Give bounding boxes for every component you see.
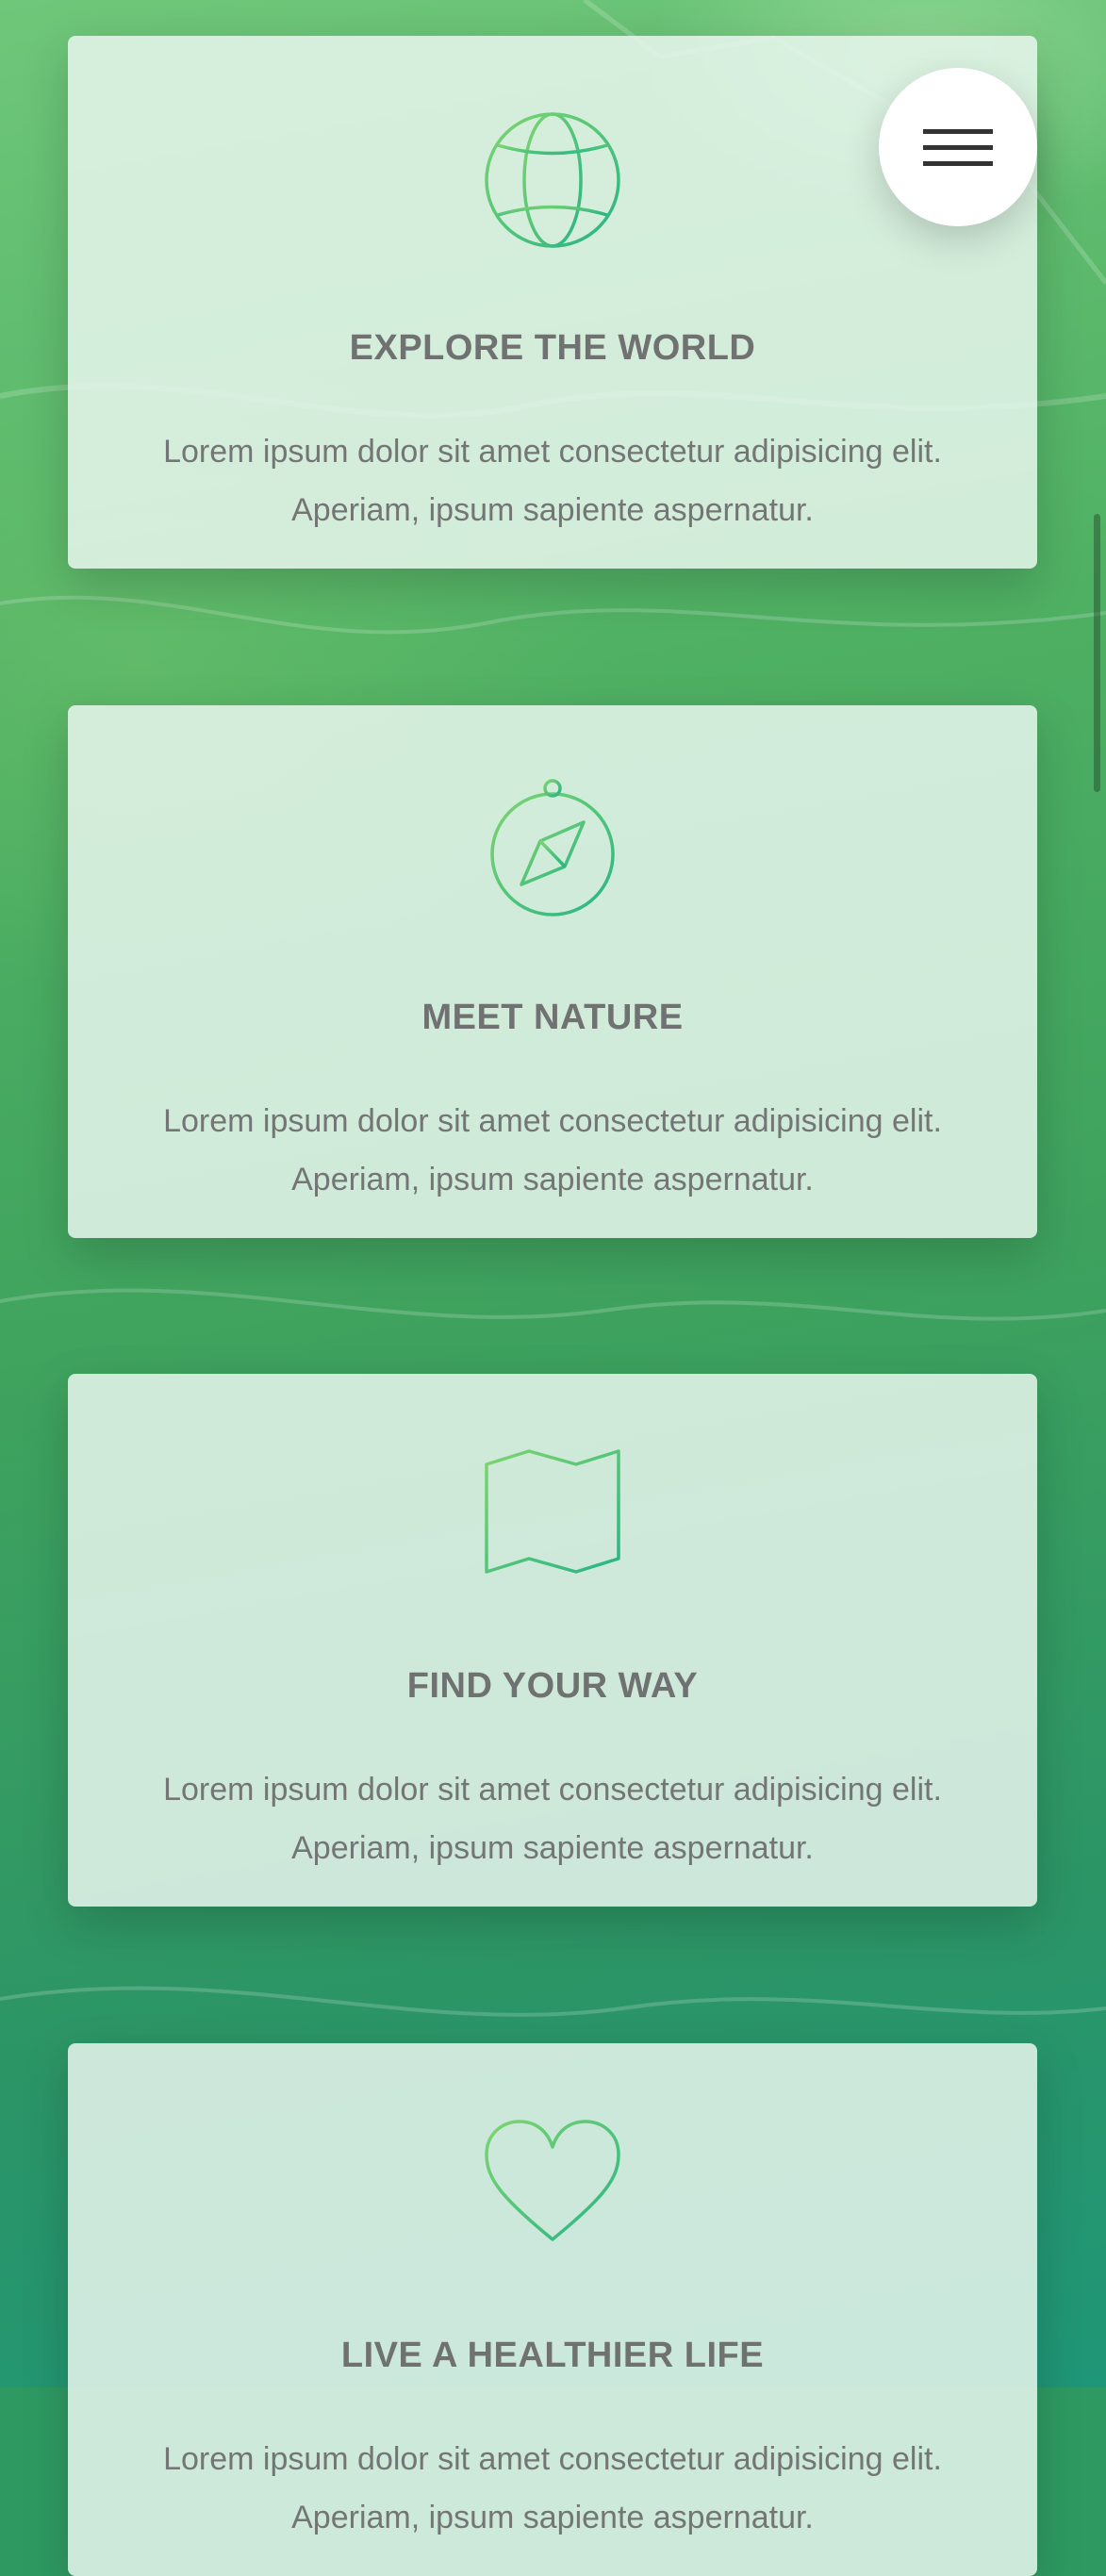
feature-description: Lorem ipsum dolor sit amet consectetur a… (163, 434, 942, 528)
map-icon (482, 1447, 623, 1589)
feature-description: Lorem ipsum dolor sit amet consectetur a… (163, 2441, 942, 2535)
feature-title: EXPLORE THE WORLD (349, 328, 756, 368)
feature-card-nature: MEET NATURE Lorem ipsum dolor sit amet c… (68, 705, 1037, 1238)
feature-description: Lorem ipsum dolor sit amet consectetur a… (163, 1103, 942, 1197)
feature-title: LIVE A HEALTHIER LIFE (340, 2336, 765, 2375)
menu-button[interactable] (879, 68, 1037, 226)
feature-card-healthier-life: LIVE A HEALTHIER LIFE Lorem ipsum dolor … (68, 2043, 1037, 2576)
feature-title: FIND YOUR WAY (406, 1666, 699, 1706)
feature-card-find-way: FIND YOUR WAY Lorem ipsum dolor sit amet… (68, 1374, 1037, 1907)
hamburger-menu-icon (923, 129, 993, 134)
feature-title: MEET NATURE (421, 998, 684, 1037)
scrollbar[interactable] (1094, 514, 1100, 792)
compass-icon (482, 779, 623, 920)
feature-description: Lorem ipsum dolor sit amet consectetur a… (163, 1772, 942, 1866)
globe-icon (482, 109, 623, 251)
hamburger-menu-icon (923, 145, 993, 150)
heart-icon (482, 2117, 623, 2258)
hamburger-menu-icon (923, 161, 993, 166)
